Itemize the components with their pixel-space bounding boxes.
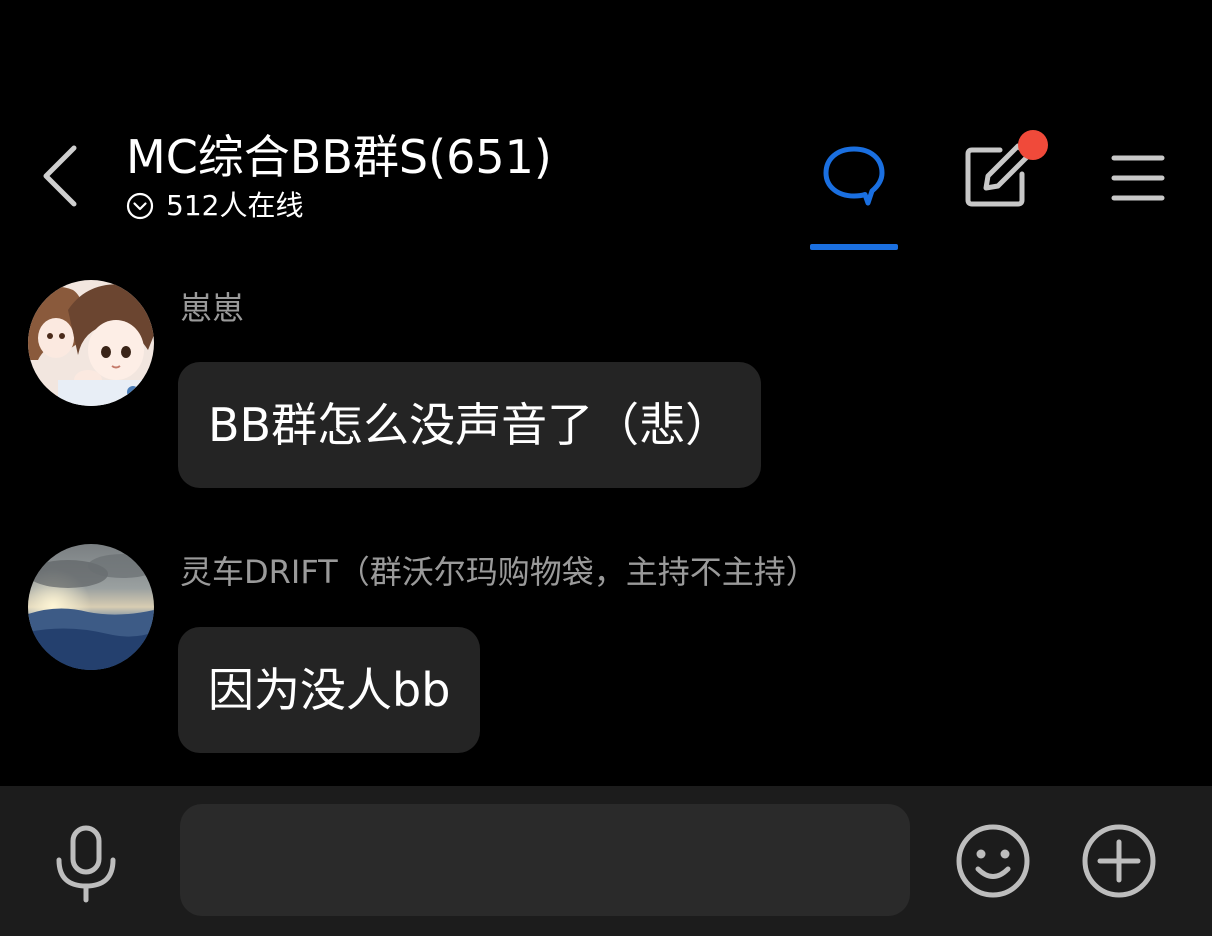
back-button[interactable] [30,140,90,212]
microphone-icon [56,825,116,903]
avatar[interactable] [28,280,154,406]
message-input[interactable] [180,804,910,916]
message-bubble[interactable]: BB群怎么没声音了（悲） [178,362,762,488]
chat-screen: MC综合BB群S(651) 512人在线 崽崽 BB群怎么没声音了（悲） 灵车D… [0,0,1212,936]
avatar[interactable] [28,544,154,670]
online-status-row[interactable]: 512人在线 [126,188,552,224]
chevron-left-icon [43,145,77,207]
chat-bubble-icon [823,146,885,206]
chevron-down-circle-icon [126,192,154,220]
title-block: MC综合BB群S(651) 512人在线 [126,128,552,224]
menu-button[interactable] [1106,148,1170,208]
sky-landscape-avatar-image [28,544,154,670]
more-button[interactable] [1080,822,1158,900]
hamburger-menu-icon [1111,155,1165,201]
sender-name[interactable]: 崽崽 [180,288,244,328]
emoji-button[interactable] [954,822,1032,900]
group-title[interactable]: MC综合BB群S(651) [126,128,552,186]
tab-chat[interactable] [810,140,898,250]
tab-notes[interactable] [960,130,1056,220]
smiley-icon [956,824,1030,898]
message-bubble[interactable]: 因为没人bb [178,627,481,753]
plus-circle-icon [1082,824,1156,898]
anime-avatar-image [28,280,154,406]
online-count: 512人在线 [166,189,304,222]
input-bar [0,786,1212,936]
sender-name[interactable]: 灵车DRIFT（群沃尔玛购物袋，主持不主持） [180,552,818,592]
voice-button[interactable] [50,824,122,904]
chat-header: MC综合BB群S(651) 512人在线 [0,0,1212,260]
notification-badge [1018,130,1048,160]
active-tab-indicator [810,244,898,250]
